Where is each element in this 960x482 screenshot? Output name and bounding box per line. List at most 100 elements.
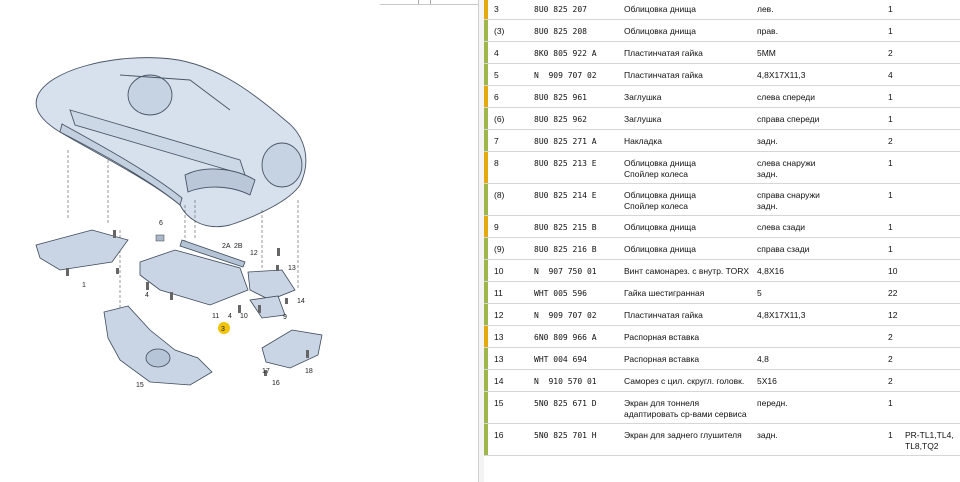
- quantity-cell-line1: 12: [888, 310, 898, 320]
- extra-info-cell: PR-TL1,TL4, TL8,TQ2: [905, 430, 954, 452]
- row-status-bar: [484, 216, 488, 237]
- quantity-cell: 12: [888, 310, 897, 321]
- callout-4b: 4: [228, 313, 232, 320]
- position-cell: 16: [494, 430, 503, 441]
- quantity-cell: 22: [888, 288, 897, 299]
- description-cell-line1: Заглушка: [624, 92, 662, 102]
- position-cell: 3: [494, 4, 499, 15]
- table-row[interactable]: 7 8U0 825 271 A Накладка задн. 2: [484, 130, 960, 152]
- note-cell-line1: слева спереди: [757, 92, 816, 102]
- table-row[interactable]: 13 WHT 004 694 Распорная вставка 4,8 2: [484, 348, 960, 370]
- quantity-cell-line1: 1: [888, 222, 893, 232]
- part-number-cell: 8U0 825 961: [534, 92, 587, 103]
- table-row[interactable]: 5 N 909 707 02 Пластинчатая гайка 4,8X17X11…: [484, 64, 960, 86]
- table-row[interactable]: (8) 8U0 825 214 E Облицовка днища Спойлер к…: [484, 184, 960, 216]
- note-cell: 5X16: [757, 376, 777, 387]
- table-row[interactable]: 13 6N0 809 966 A Распорная вставка 2: [484, 326, 960, 348]
- table-row[interactable]: 6 8U0 825 961 Заглушка слева спереди 1: [484, 86, 960, 108]
- position-cell: 12: [494, 310, 503, 321]
- table-row[interactable]: 10 N 907 750 01 Винт самонарез. с внутр. T…: [484, 260, 960, 282]
- row-status-bar: [484, 184, 488, 215]
- quantity-cell: 1: [888, 190, 893, 201]
- row-status-bar: [484, 424, 488, 455]
- position-cell: (9): [494, 244, 504, 255]
- position-cell: 6: [494, 92, 499, 103]
- extra-info-cell-line1: PR-TL1,TL4,: [905, 430, 954, 440]
- table-row[interactable]: 3 8U0 825 207 Облицовка днища лев. 1: [484, 0, 960, 20]
- description-cell-line1: Экран для тоннеля: [624, 398, 700, 408]
- parts-diagram-panel: 6 1 4 2A 2B 12 13 14 10 9 11 4 3 15 17 1…: [0, 0, 478, 482]
- position-cell: (3): [494, 26, 504, 37]
- row-status-bar: [484, 238, 488, 259]
- quantity-cell-line1: 2: [888, 48, 893, 58]
- part-number-cell: WHT 005 596: [534, 288, 587, 299]
- part-number-cell-line1: 8U0 825 962: [534, 115, 587, 124]
- position-cell-line1: 10: [494, 266, 504, 276]
- note-cell: 5: [757, 288, 762, 299]
- table-row[interactable]: (6) 8U0 825 962 Заглушка справа спереди 1: [484, 108, 960, 130]
- extra-info-cell-line2: TL8,TQ2: [905, 441, 939, 451]
- table-row[interactable]: (9) 8U0 825 216 B Облицовка днища справа сз…: [484, 238, 960, 260]
- description-cell: Облицовка днища Спойлер колеса: [624, 190, 696, 212]
- note-cell: справа сзади: [757, 244, 809, 255]
- description-cell: Гайка шестигранная: [624, 288, 704, 299]
- position-cell: (6): [494, 114, 504, 125]
- table-row[interactable]: 12 N 909 707 02 Пластинчатая гайка 4,8X17X1…: [484, 304, 960, 326]
- table-row[interactable]: 15 5N0 825 671 D Экран для тоннеля адаптиро…: [484, 392, 960, 424]
- part-number-cell: 5N0 825 671 D: [534, 398, 597, 409]
- description-cell: Облицовка днища: [624, 26, 696, 37]
- table-row[interactable]: (3) 8U0 825 208 Облицовка днища прав. 1: [484, 20, 960, 42]
- row-status-bar: [484, 152, 488, 183]
- quantity-cell: 2: [888, 136, 893, 147]
- part-number-cell-line1: 8U0 825 215 B: [534, 223, 597, 232]
- part-number-cell-line1: 6N0 809 966 A: [534, 333, 597, 342]
- table-row[interactable]: 16 5N0 825 701 H Экран для заднего глушите…: [484, 424, 960, 456]
- table-row[interactable]: 8 8U0 825 213 E Облицовка днища Спойлер кол…: [484, 152, 960, 184]
- quantity-cell-line1: 2: [888, 376, 893, 386]
- part-number-cell-line1: 8K0 805 922 A: [534, 49, 597, 58]
- position-cell-line1: 4: [494, 48, 499, 58]
- callout-10: 10: [240, 313, 248, 320]
- table-row[interactable]: 11 WHT 005 596 Гайка шестигранная 5 22: [484, 282, 960, 304]
- note-cell: слева снаружи задн.: [757, 158, 816, 180]
- note-cell-line1: слева снаружи: [757, 158, 816, 168]
- table-row[interactable]: 14 N 910 570 01 Саморез с цил. скругл. гол…: [484, 370, 960, 392]
- part-number-cell-line1: 8U0 825 208: [534, 27, 587, 36]
- note-cell-line1: 5: [757, 288, 762, 298]
- position-cell-line1: 15: [494, 398, 504, 408]
- callout-14: 14: [297, 298, 305, 305]
- table-row[interactable]: 4 8K0 805 922 A Пластинчатая гайка 5MM 2: [484, 42, 960, 64]
- part-number-cell-line1: N 907 750 01: [534, 267, 597, 276]
- row-status-bar: [484, 260, 488, 281]
- parts-table: 3 8U0 825 207 Облицовка днища лев. 1 (3) 8U0 8…: [484, 0, 960, 482]
- note-cell-line2: задн.: [757, 169, 778, 179]
- description-cell-line1: Облицовка днища: [624, 190, 696, 200]
- note-cell-line1: 5X16: [757, 376, 777, 386]
- part-number-cell-line1: 8U0 825 961: [534, 93, 587, 102]
- part-number-cell-line1: WHT 005 596: [534, 289, 587, 298]
- row-status-bar: [484, 64, 488, 85]
- row-status-bar: [484, 130, 488, 151]
- description-cell-line1: Распорная вставка: [624, 332, 700, 342]
- description-cell: Экран для заднего глушителя: [624, 430, 742, 441]
- position-cell-line1: 6: [494, 92, 499, 102]
- quantity-cell-line1: 2: [888, 354, 893, 364]
- part-number-cell: 8U0 825 207: [534, 4, 587, 15]
- callout-15: 15: [136, 382, 144, 389]
- quantity-cell-line1: 1: [888, 190, 893, 200]
- note-cell-line1: 4,8: [757, 354, 769, 364]
- note-cell-line1: задн.: [757, 136, 778, 146]
- quantity-cell-line1: 4: [888, 70, 893, 80]
- table-row[interactable]: 9 8U0 825 215 B Облицовка днища слева сзади…: [484, 216, 960, 238]
- quantity-cell-line1: 1: [888, 430, 893, 440]
- description-cell: Распорная вставка: [624, 354, 699, 365]
- note-cell-line1: справа спереди: [757, 114, 820, 124]
- callout-2a: 2A: [222, 243, 231, 250]
- note-cell: лев.: [757, 4, 774, 15]
- callout-11: 11: [212, 313, 219, 320]
- quantity-cell-line1: 1: [888, 92, 893, 102]
- position-cell-line1: 11: [494, 288, 503, 298]
- quantity-cell: 1: [888, 398, 893, 409]
- note-cell: задн.: [757, 136, 778, 147]
- part-number-cell: N 910 570 01: [534, 376, 597, 387]
